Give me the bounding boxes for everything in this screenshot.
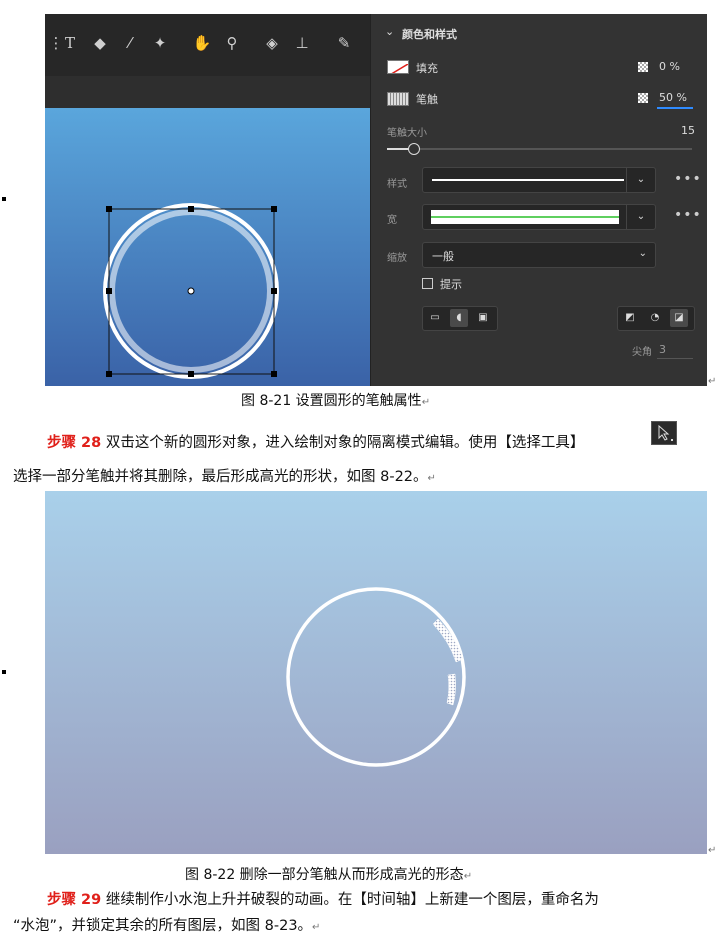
hint-label: 提示 bbox=[440, 278, 462, 291]
cap-none-icon[interactable]: ▭ bbox=[426, 309, 444, 327]
caption-text: 图 8-21 设置圆形的笔触属性 bbox=[241, 393, 422, 409]
width-profile-dropdown[interactable]: ⌄ bbox=[422, 204, 656, 230]
fill-swatch[interactable] bbox=[387, 60, 409, 74]
step-text: 继续制作小水泡上升并破裂的动画。在【时间轴】上新建一个图层，重命名为 bbox=[105, 892, 599, 908]
chevron-down-icon[interactable]: ⌄ bbox=[639, 248, 647, 259]
stage-canvas[interactable] bbox=[45, 108, 370, 386]
paint-bucket-icon[interactable]: ◆ bbox=[89, 32, 111, 54]
toolbar: ⋮ T ◆ ⁄ ✦ ✋ ⚲ ◈ ⊥ ✎ bbox=[45, 14, 370, 77]
figure-8-21: ⋮ T ◆ ⁄ ✦ ✋ ⚲ ◈ ⊥ ✎ ⌄ 颜色和样式 填充 0 % 笔触 50… bbox=[45, 14, 707, 386]
zoom-tool-icon[interactable]: ⚲ bbox=[221, 32, 243, 54]
figure-caption: 图 8-22 删除一部分笔触从而形成高光的形态↵ bbox=[185, 864, 472, 884]
hint-checkbox[interactable] bbox=[422, 278, 433, 289]
cap-button-group: ▭ ◖ ▣ bbox=[422, 306, 498, 331]
stroke-alpha[interactable]: 50 % bbox=[659, 91, 687, 104]
3d-translation-icon[interactable]: ⊥ bbox=[291, 32, 313, 54]
figure-8-22 bbox=[45, 491, 707, 854]
step-label: 步骤 29 bbox=[47, 892, 102, 908]
paragraph-mark: ↵ bbox=[708, 845, 717, 856]
stroke-size-track[interactable] bbox=[387, 148, 692, 150]
paragraph-mark: ↵ bbox=[463, 871, 473, 882]
solid-line-preview bbox=[432, 179, 624, 181]
step-text: 双击这个新的圆形对象，进入绘制对象的隔离模式编辑。使用【选择工具】 bbox=[105, 435, 585, 451]
margin-bullet bbox=[2, 670, 6, 674]
miter-label: 尖角 bbox=[632, 347, 652, 358]
width-label: 宽 bbox=[387, 215, 397, 226]
circle-selection[interactable] bbox=[45, 108, 370, 386]
width-profile-preview bbox=[431, 210, 619, 224]
miter-value[interactable]: 3 bbox=[659, 343, 666, 356]
miter-underline bbox=[657, 358, 693, 359]
chevron-down-icon[interactable]: ⌄ bbox=[385, 25, 394, 38]
join-round-icon[interactable]: ◔ bbox=[646, 309, 664, 327]
stroke-size-fill bbox=[387, 148, 409, 150]
section-title[interactable]: 颜色和样式 bbox=[402, 26, 457, 42]
chevron-down-icon[interactable]: ⌄ bbox=[626, 205, 655, 229]
step-29-line-1: 步骤 29 继续制作小水泡上升并破裂的动画。在【时间轴】上新建一个图层，重命名为 bbox=[47, 888, 599, 909]
paragraph-mark: ↵ bbox=[427, 473, 436, 484]
join-button-group: ◩ ◔ ◪ bbox=[617, 306, 695, 331]
fill-alpha[interactable]: 0 % bbox=[659, 60, 680, 73]
step-28-line-2: 选择一部分笔触并将其删除，最后形成高光的形状，如图 8-22。↵ bbox=[13, 465, 436, 486]
transparency-icon bbox=[638, 62, 648, 72]
style-label: 样式 bbox=[387, 179, 407, 190]
step-28-line-1: 步骤 28 双击这个新的圆形对象，进入绘制对象的隔离模式编辑。使用【选择工具】 bbox=[47, 431, 584, 452]
stroke-size-value[interactable]: 15 bbox=[681, 124, 695, 137]
paragraph-mark: ↵ bbox=[312, 922, 321, 933]
step-text: 选择一部分笔触并将其删除，最后形成高光的形状，如图 8-22。 bbox=[13, 469, 428, 485]
margin-bullet bbox=[2, 197, 6, 201]
cap-square-icon[interactable]: ▣ bbox=[474, 309, 492, 327]
scale-label: 缩放 bbox=[387, 253, 407, 264]
fill-label: 填充 bbox=[416, 62, 438, 75]
scale-dropdown[interactable]: 一般 ⌄ bbox=[422, 242, 656, 268]
pin-icon[interactable]: ✦ bbox=[149, 32, 171, 54]
selection-tool-icon bbox=[651, 421, 677, 445]
paragraph-mark: ↵ bbox=[708, 376, 717, 387]
style-dropdown[interactable]: ⌄ bbox=[422, 167, 656, 193]
more-options-icon[interactable]: ••• bbox=[674, 171, 702, 187]
transparency-icon bbox=[638, 93, 648, 103]
brush-icon[interactable]: ✎ bbox=[333, 32, 355, 54]
cap-round-icon[interactable]: ◖ bbox=[450, 309, 468, 327]
3d-rotation-icon[interactable]: ◈ bbox=[261, 32, 283, 54]
stroke-swatch[interactable] bbox=[387, 92, 409, 106]
stroke-label: 笔触 bbox=[416, 93, 438, 106]
step-text: “水泡”，并锁定其余的所有图层，如图 8-23。 bbox=[13, 918, 313, 934]
properties-panel: ⌄ 颜色和样式 填充 0 % 笔触 50 % 笔触大小 15 样式 ⌄ ••• … bbox=[370, 14, 707, 386]
step-29-line-2: “水泡”，并锁定其余的所有图层，如图 8-23。↵ bbox=[13, 914, 320, 935]
text-tool-icon[interactable]: T bbox=[59, 32, 81, 54]
figure-caption: 图 8-21 设置圆形的笔触属性↵ bbox=[241, 390, 430, 410]
stroke-size-slider-handle[interactable] bbox=[408, 143, 420, 155]
stroke-size-label: 笔触大小 bbox=[387, 128, 427, 139]
hand-tool-icon[interactable]: ✋ bbox=[191, 32, 213, 54]
eyedropper-icon[interactable]: ⁄ bbox=[119, 32, 141, 54]
join-bevel-icon[interactable]: ◪ bbox=[670, 309, 688, 327]
paragraph-mark: ↵ bbox=[421, 397, 431, 408]
join-miter-icon[interactable]: ◩ bbox=[621, 309, 639, 327]
stroke-alpha-underline bbox=[657, 107, 693, 109]
caption-text: 图 8-22 删除一部分笔触从而形成高光的形态 bbox=[185, 867, 464, 883]
chevron-down-icon[interactable]: ⌄ bbox=[626, 168, 655, 192]
bubble-highlight-illustration bbox=[286, 587, 466, 767]
scale-value: 一般 bbox=[432, 250, 454, 263]
more-options-icon[interactable]: ••• bbox=[674, 207, 702, 223]
step-label: 步骤 28 bbox=[47, 435, 102, 451]
